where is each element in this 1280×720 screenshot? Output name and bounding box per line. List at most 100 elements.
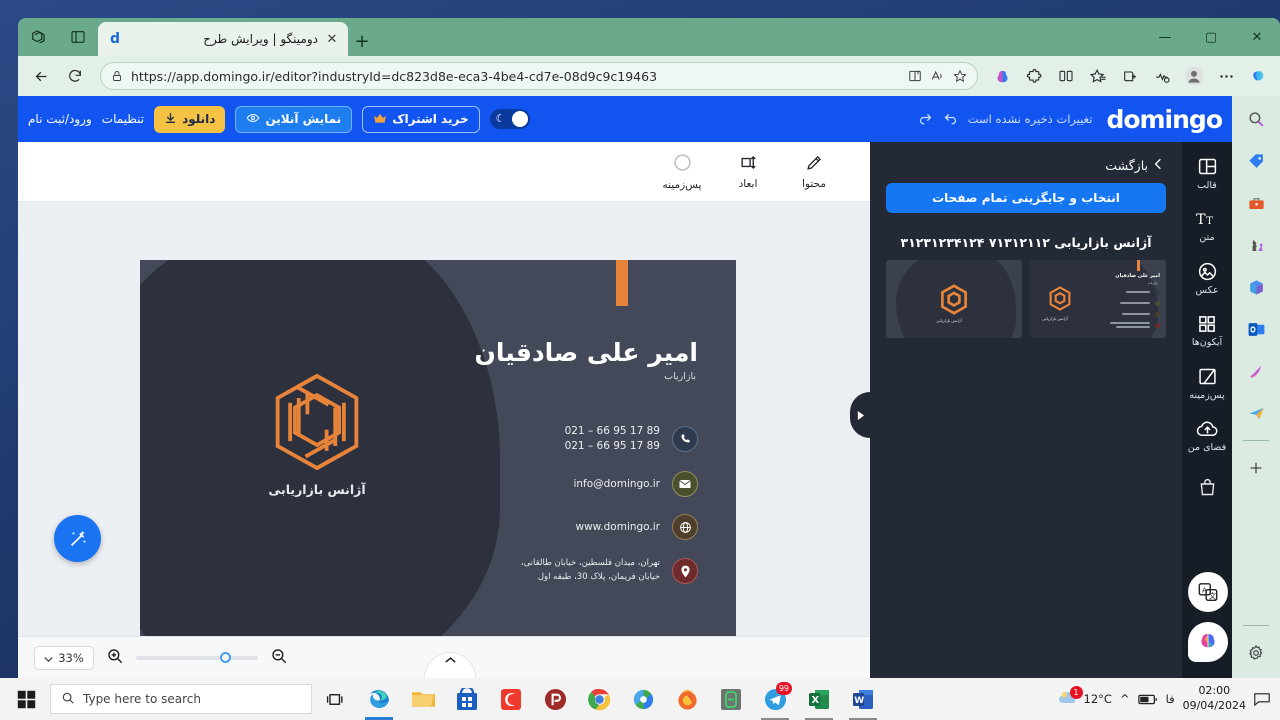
rail-item-icons[interactable]: آیکون‌ها <box>1183 314 1231 348</box>
word-taskbar-icon[interactable]: W <box>842 678 884 720</box>
extensions-icon[interactable] <box>1020 62 1048 90</box>
translate-icon[interactable]: A文 <box>1188 572 1228 612</box>
redo-icon[interactable] <box>918 110 933 129</box>
thumb-hexagon-icon <box>1049 286 1071 311</box>
url-omnibox[interactable]: https://app.domingo.ir/editor?industryId… <box>100 62 978 90</box>
green-app-taskbar-icon[interactable] <box>710 678 752 720</box>
new-tab-button[interactable]: + <box>348 26 376 56</box>
photoscape-taskbar-icon[interactable] <box>534 678 576 720</box>
tab-close-icon[interactable]: ✕ <box>324 31 340 47</box>
idm-taskbar-icon[interactable] <box>622 678 664 720</box>
contact-row[interactable]: 021 – 66 95 17 89 021 – 66 95 17 89 <box>368 424 698 454</box>
file-explorer-taskbar-icon[interactable] <box>402 678 444 720</box>
reload-button[interactable] <box>60 61 90 91</box>
language-indicator[interactable]: فا <box>1166 692 1175 706</box>
maximize-button[interactable]: ▢ <box>1188 18 1234 56</box>
replace-all-pages-button[interactable]: انتخاب و جایگزینی تمام صفحات <box>886 183 1166 213</box>
battery-icon[interactable] <box>1137 693 1158 706</box>
split-screen-button[interactable] <box>1052 62 1080 90</box>
tab-actions-icon[interactable] <box>58 18 98 56</box>
search-icon[interactable] <box>1241 104 1271 134</box>
canvas-area[interactable]: آژانس بازاریابی امیر علی صادقیان بازاریا… <box>18 202 870 636</box>
weather-widget[interactable]: 1 12°C <box>1057 686 1112 709</box>
subscribe-button[interactable]: خرید اشتراک <box>362 105 480 133</box>
zoom-in-icon[interactable] <box>106 647 124 669</box>
rail-item-text[interactable]: TT متن <box>1183 209 1231 243</box>
thumb-accent-bar <box>1137 260 1140 271</box>
outlook-icon[interactable] <box>1241 314 1271 344</box>
zoom-out-icon[interactable] <box>270 647 288 669</box>
rail-item-myspace[interactable]: فضای من <box>1183 419 1231 453</box>
domingo-logo[interactable]: domingo <box>1106 105 1223 134</box>
task-view-icon[interactable] <box>314 678 356 720</box>
online-preview-button[interactable]: نمایش آنلاین <box>235 105 353 133</box>
read-aloud-icon[interactable] <box>930 69 945 83</box>
shopping-tag-icon[interactable] <box>1241 146 1271 176</box>
collections-icon[interactable] <box>1116 62 1144 90</box>
copilot-icon[interactable] <box>1244 62 1272 90</box>
settings-more-icon[interactable] <box>1212 62 1240 90</box>
contact-row[interactable]: تهران، میدان فلسطین، خیابان طالقانی، خیاب… <box>368 557 698 585</box>
ai-brain-icon[interactable] <box>1188 622 1228 662</box>
sidebar-divider <box>1243 625 1269 626</box>
firefox-taskbar-icon[interactable] <box>666 678 708 720</box>
drop-icon[interactable] <box>1241 398 1271 428</box>
rail-item-image[interactable]: عکس <box>1183 261 1231 296</box>
microsoft365-icon[interactable] <box>1241 272 1271 302</box>
browser-essentials-icon[interactable] <box>1148 62 1176 90</box>
zoom-slider-handle[interactable] <box>220 651 231 663</box>
chrome-taskbar-icon[interactable] <box>578 678 620 720</box>
zoom-level-select[interactable]: 33% <box>34 645 94 670</box>
magic-wand-button[interactable] <box>54 515 101 562</box>
add-icon[interactable] <box>1241 453 1271 483</box>
close-window-button[interactable]: ✕ <box>1234 18 1280 56</box>
card-text-block[interactable]: امیر علی صادقیان بازاریاب 021 – 66 95 17… <box>368 338 699 585</box>
taskbar-clock[interactable]: 02:00 09/04/2024 <box>1183 684 1246 714</box>
microsoft-store-taskbar-icon[interactable] <box>446 678 488 720</box>
tools-icon[interactable] <box>1241 188 1271 218</box>
copilot-brain-icon[interactable] <box>988 62 1016 90</box>
minimize-button[interactable]: — <box>1142 18 1188 56</box>
profile-icon[interactable] <box>1180 62 1208 90</box>
contact-row[interactable]: www.domingo.ir <box>368 514 698 541</box>
image-creator-icon[interactable] <box>1241 356 1271 386</box>
sidebar-settings-icon[interactable] <box>1241 638 1271 668</box>
star-icon[interactable] <box>953 69 967 83</box>
rail-item-shop[interactable] <box>1183 477 1231 498</box>
games-icon[interactable] <box>1241 230 1271 260</box>
tool-content[interactable]: محتوا <box>788 153 840 190</box>
tool-dimensions[interactable]: ابعاد <box>722 153 774 190</box>
split-screen-icon[interactable] <box>908 69 922 83</box>
camtasia-taskbar-icon[interactable] <box>490 678 532 720</box>
pages-panel-handle[interactable] <box>424 652 476 678</box>
tool-background[interactable]: پس‌زمینه <box>656 152 708 191</box>
card-back-thumbnail[interactable]: آژانس بازاریابی <box>886 260 1022 338</box>
taskbar-search-box[interactable]: Type here to search <box>50 684 312 714</box>
business-card-design[interactable]: آژانس بازاریابی امیر علی صادقیان بازاریا… <box>140 260 736 636</box>
settings-link[interactable]: تنظیمات <box>102 112 144 126</box>
download-button[interactable]: دانلود <box>154 105 226 133</box>
undo-icon[interactable] <box>943 110 958 129</box>
thumb-globe-dot <box>1155 312 1160 317</box>
dark-mode-toggle[interactable]: ☾ <box>489 109 530 129</box>
back-button[interactable]: بازگشت <box>886 154 1166 183</box>
notification-icon[interactable] <box>1254 692 1270 706</box>
favorites-icon[interactable] <box>1084 62 1112 90</box>
tray-chevron-icon[interactable]: ^ <box>1120 692 1130 706</box>
card-front-thumbnail[interactable]: آژانس بازاریابی امیر علی صادقیان بازاریا… <box>1030 260 1166 338</box>
tool-dimensions-label: ابعاد <box>738 178 758 190</box>
zoom-slider[interactable] <box>136 651 258 663</box>
edge-taskbar-icon[interactable] <box>358 678 400 720</box>
thumb-hexagon-icon <box>941 284 967 315</box>
back-button[interactable] <box>26 61 56 91</box>
workspaces-icon[interactable] <box>18 18 58 56</box>
rail-item-background[interactable]: پس‌زمینه <box>1183 366 1231 401</box>
telegram-taskbar-icon[interactable]: 99 <box>754 678 796 720</box>
windows-start-icon[interactable] <box>4 678 48 720</box>
excel-taskbar-icon[interactable]: X <box>798 678 840 720</box>
browser-tab[interactable]: d دومینگو | ویرایش طرح ✕ <box>98 22 348 56</box>
signin-link[interactable]: ورود/ثبت نام <box>28 112 92 126</box>
rail-item-template[interactable]: قالب <box>1183 156 1231 191</box>
app-header: domingo تغییرات ذخیره نشده است ☾ خرید اش… <box>18 96 1232 142</box>
contact-row[interactable]: info@domingo.ir <box>368 471 698 498</box>
